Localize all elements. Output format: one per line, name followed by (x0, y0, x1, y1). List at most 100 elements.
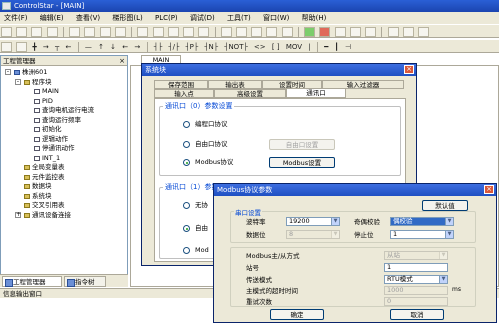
cut-icon[interactable] (69, 27, 81, 37)
arrow-up-icon[interactable]: ↑ (98, 42, 104, 52)
redo-icon[interactable] (152, 27, 164, 37)
contact-n-icon[interactable]: ┤N├ (204, 42, 218, 52)
default-values-button[interactable]: 默认值 (422, 200, 468, 211)
tab-output-table[interactable]: 输出表 (208, 80, 262, 89)
menu-view[interactable]: 查看(V) (76, 12, 100, 24)
arrow-right-icon[interactable]: → (43, 42, 49, 52)
contact-not-icon[interactable]: ┤NOT├ (224, 42, 247, 52)
open-icon[interactable] (16, 27, 28, 37)
grid-icon[interactable] (1, 42, 12, 52)
tree-item[interactable]: 全局变量表 (24, 163, 65, 171)
tree-item[interactable]: PID (34, 97, 53, 105)
parity-select[interactable]: 偶校验 ▼ (390, 217, 454, 226)
new-icon[interactable] (1, 27, 12, 37)
data-bits-select[interactable]: 8 ▼ (286, 230, 340, 239)
radio-program-port[interactable] (183, 121, 190, 128)
radio-free-port[interactable] (183, 141, 190, 148)
cancel-button[interactable]: 取消 (390, 309, 444, 320)
arrow-left-2-icon[interactable]: ← (122, 42, 128, 52)
modbus-settings-button[interactable]: Modbus设置 (269, 157, 335, 168)
download-icon[interactable] (266, 27, 278, 37)
tree-item[interactable]: 通讯设备连接 (24, 211, 71, 219)
print-icon[interactable] (46, 27, 58, 37)
tree-item[interactable]: 株洲601 (14, 68, 47, 76)
tab-instruction-tree[interactable]: 指令树 (64, 276, 106, 287)
menu-debug[interactable]: 调试(D) (190, 12, 215, 24)
close-icon[interactable]: × (484, 185, 494, 194)
radio-port1-free[interactable] (183, 225, 190, 232)
arrow-right-2-icon[interactable]: → (134, 42, 140, 52)
add-line-icon[interactable]: ╋ (32, 42, 36, 52)
menu-help[interactable]: 帮助(H) (302, 12, 327, 24)
tree-item[interactable]: 系统块 (24, 192, 52, 200)
stop-icon[interactable] (319, 27, 331, 37)
upload-icon[interactable] (281, 27, 293, 37)
collapse-icon[interactable]: - (5, 69, 11, 75)
expand-icon[interactable]: + (15, 211, 21, 218)
close-icon[interactable]: × (404, 65, 414, 74)
mode-select[interactable]: 从站 ▼ (384, 251, 448, 260)
tab-project-manager[interactable]: 工程管理器 (2, 276, 62, 287)
help-icon[interactable] (418, 27, 430, 37)
tree-item[interactable]: 交叉引用表 (24, 201, 65, 209)
view-list-icon[interactable] (235, 27, 247, 37)
delete-rung-icon[interactable] (402, 27, 414, 37)
tab-advanced-settings[interactable]: 高级设置 (214, 89, 286, 98)
collapse-icon[interactable]: - (15, 78, 21, 85)
hline-tool-icon[interactable]: ━ (324, 42, 328, 52)
station-input[interactable]: 1 (384, 263, 448, 272)
arrow-down-icon[interactable]: ↓ (110, 42, 116, 52)
arrow-left-icon[interactable]: ← (65, 42, 71, 52)
tree-item[interactable]: 元件监控表 (24, 173, 65, 181)
run-icon[interactable] (304, 27, 316, 37)
menu-edit[interactable]: 编辑(E) (40, 12, 64, 24)
menu-window[interactable]: 窗口(W) (263, 12, 289, 24)
tab-comm-port[interactable]: 通讯口 (286, 88, 346, 98)
view-block-icon[interactable] (251, 27, 263, 37)
tree-item[interactable]: MAIN (34, 87, 59, 95)
tree-item[interactable]: 查询运行频率 (34, 116, 81, 124)
tree-item[interactable]: 数据块 (24, 182, 52, 190)
retry-input[interactable]: 0 (384, 297, 448, 306)
radio-port1-modbus[interactable] (183, 247, 190, 254)
coil-icon[interactable]: <> (254, 42, 266, 52)
tree-item[interactable]: 查询电机运行电流 (34, 106, 94, 114)
radio-modbus[interactable] (183, 159, 190, 166)
box-icon[interactable]: [ ] (272, 42, 280, 52)
contact-p-icon[interactable]: ┤P├ (185, 42, 198, 52)
delete-line-icon[interactable]: ⊣ (345, 42, 351, 52)
contact-no-icon[interactable]: ┤├ (154, 42, 162, 52)
radio-port1-none[interactable] (183, 202, 190, 209)
transfer-mode-select[interactable]: RTU模式 ▼ (384, 275, 448, 284)
contact-nc-icon[interactable]: ┤/├ (168, 42, 179, 52)
delete-icon[interactable] (114, 27, 126, 37)
monitor-icon[interactable] (334, 27, 346, 37)
compile-icon[interactable] (198, 27, 210, 37)
tab-input-point[interactable]: 输入点 (154, 89, 214, 98)
copy-icon[interactable] (84, 27, 96, 37)
close-icon[interactable]: × (119, 56, 125, 66)
tree-item[interactable]: 程序块 (24, 78, 52, 86)
vertical-icon[interactable]: | (308, 42, 310, 52)
save-icon[interactable] (31, 27, 43, 37)
stop-bits-select[interactable]: 1 ▼ (390, 230, 454, 239)
step-icon[interactable] (349, 27, 361, 37)
instruction-icon[interactable]: MOV (286, 42, 302, 52)
tree-item[interactable]: 停通讯动作 (34, 144, 75, 152)
view-ladder-icon[interactable] (220, 27, 232, 37)
table-icon[interactable] (16, 42, 28, 52)
undo-icon[interactable] (137, 27, 149, 37)
tab-save-range[interactable]: 保存范围 (154, 80, 208, 89)
tree-item[interactable]: 初始化 (34, 125, 62, 133)
vline-tool-icon[interactable]: ┃ (335, 42, 339, 52)
ok-button[interactable]: 确定 (270, 309, 324, 320)
menu-file[interactable]: 文件(F) (4, 12, 28, 24)
menu-ladder[interactable]: 梯形图(L) (112, 12, 142, 24)
menu-tools[interactable]: 工具(T) (227, 12, 251, 24)
baud-rate-select[interactable]: 19200 ▼ (286, 217, 340, 226)
zoom-icon[interactable] (183, 27, 195, 37)
insert-rung-icon[interactable] (387, 27, 399, 37)
h-line-icon[interactable]: — (85, 42, 92, 52)
status-icon[interactable] (365, 27, 377, 37)
tree-item[interactable]: INT_1 (34, 154, 60, 162)
